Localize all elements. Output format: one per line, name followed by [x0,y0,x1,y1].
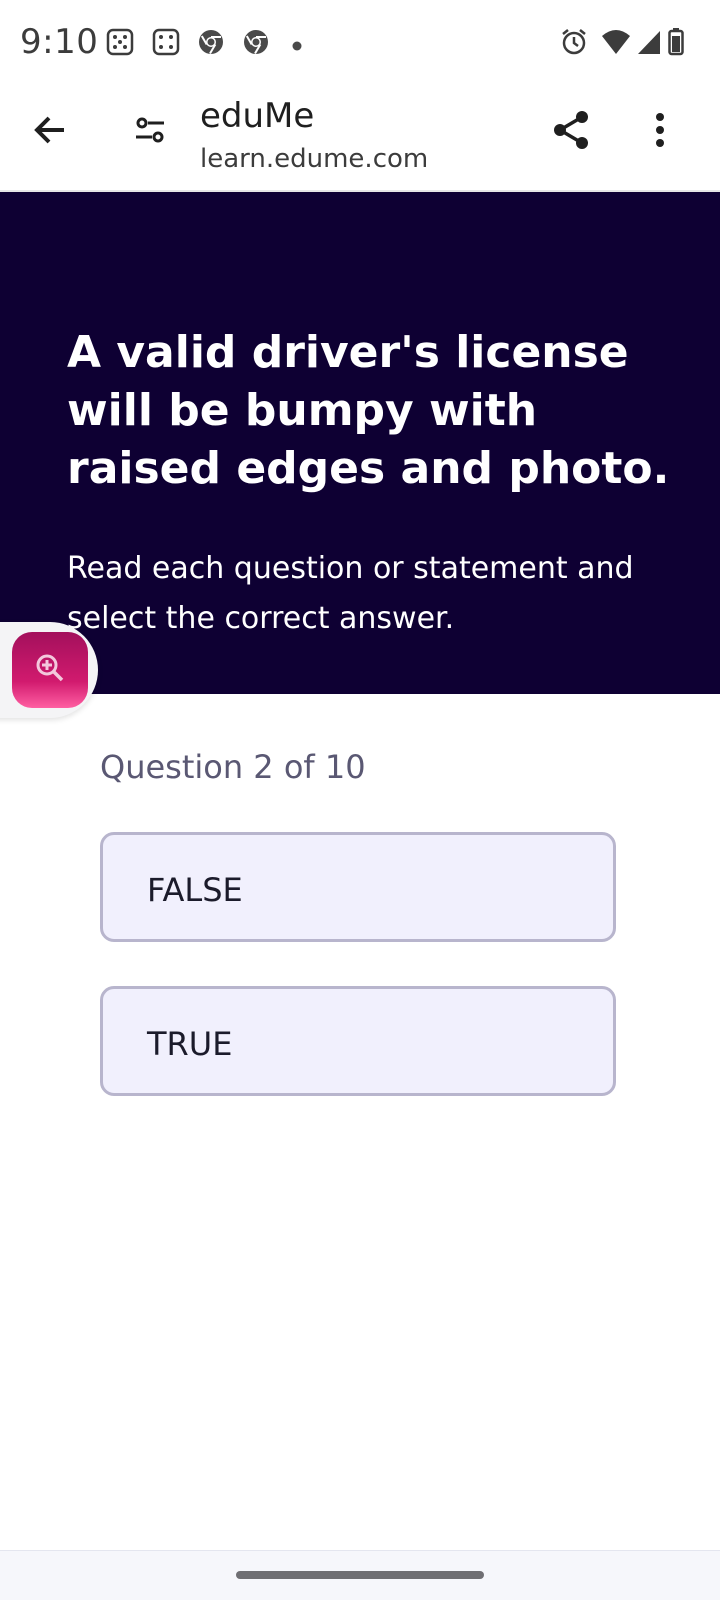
site-title[interactable]: eduMe [200,96,314,136]
question-instructions: Read each question or statement and sele… [67,551,634,636]
wifi-icon [601,28,631,56]
share-button[interactable] [544,104,600,160]
answer-option-label: FALSE [147,871,243,909]
back-button[interactable] [22,104,78,160]
dice-icon [152,28,180,56]
battery-icon [668,28,684,56]
more-menu-button[interactable] [632,104,688,160]
zoom-in-icon [35,653,65,687]
alarm-icon [560,28,588,56]
answer-option-false[interactable]: FALSE [100,832,616,942]
dice-icon [106,28,134,56]
answer-option-label: TRUE [147,1025,233,1063]
status-time: 9:10 [20,22,99,62]
chrome-icon [242,28,270,56]
question-title: A valid driver's license will be bumpy w… [67,327,670,494]
arrow-left-icon [30,110,70,154]
signal-icon [636,28,662,56]
zoom-button[interactable] [12,632,88,708]
site-settings-button[interactable] [122,104,178,160]
browser-toolbar: eduMe learn.edume.com [0,88,720,192]
tune-icon [132,112,168,152]
answer-option-true[interactable]: TRUE [100,986,616,1096]
site-url[interactable]: learn.edume.com [200,144,428,174]
question-header: A valid driver's license will be bumpy w… [0,192,720,694]
question-counter: Question 2 of 10 [100,748,366,786]
more-vert-icon [654,112,666,152]
dot-icon [292,36,302,51]
chrome-icon [197,28,225,56]
home-gesture-handle[interactable] [236,1571,484,1579]
share-icon [551,109,593,155]
status-bar: 9:10 [0,0,720,88]
